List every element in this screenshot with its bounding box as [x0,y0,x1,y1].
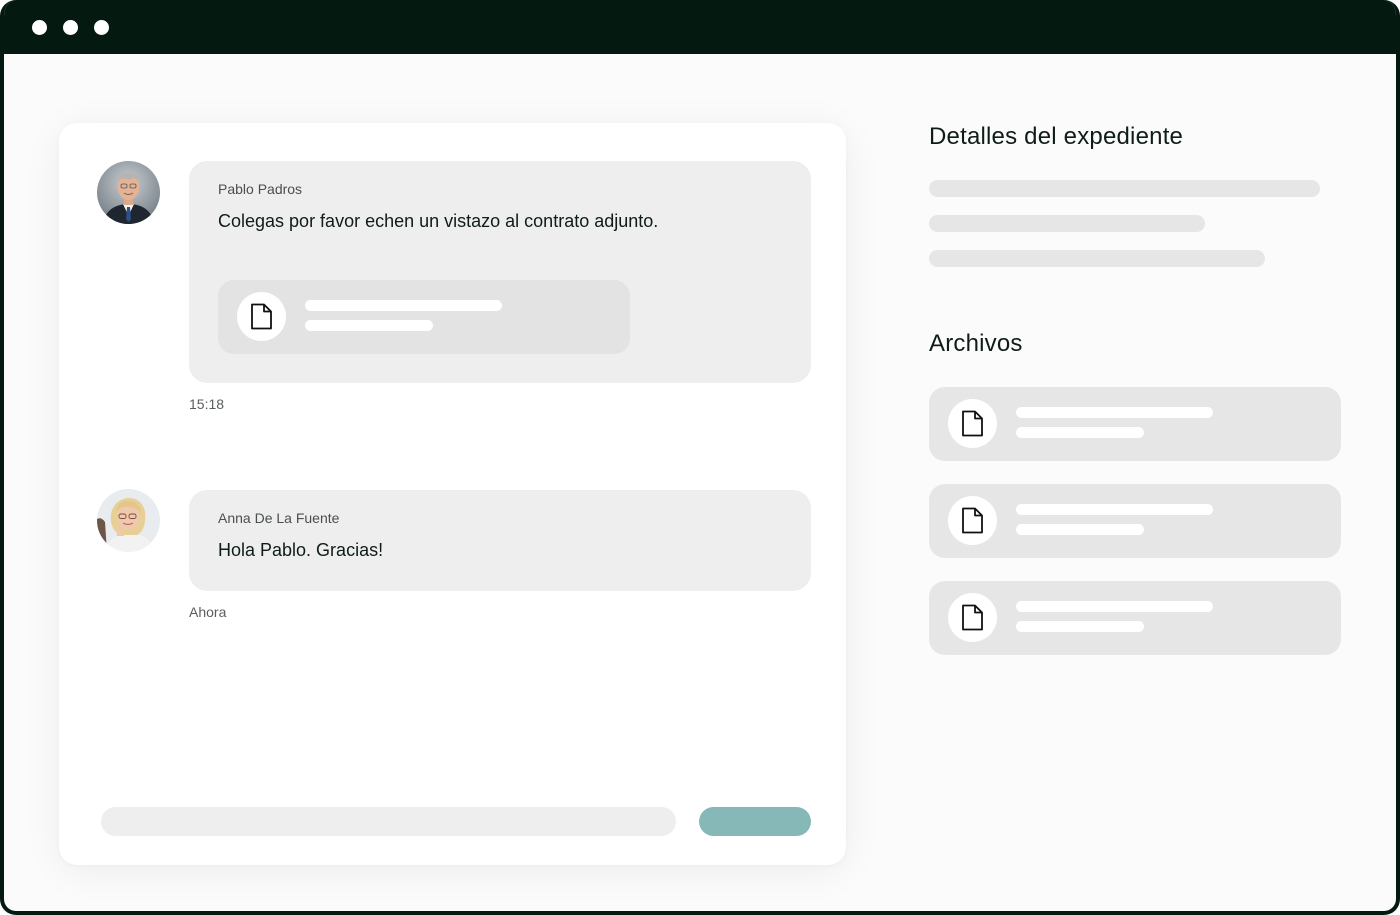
file-icon-circle [948,593,997,642]
detail-placeholder [929,250,1265,267]
message-bubble: Anna De La Fuente Hola Pablo. Gracias! [189,490,811,591]
file-item[interactable] [929,484,1341,558]
message-time: 15:18 [189,396,225,412]
document-icon [962,507,983,534]
file-meta-placeholder [1016,427,1144,438]
window-minimize-dot[interactable] [63,20,78,35]
file-meta-placeholder [1016,524,1144,535]
title-bar [4,0,1396,54]
message-sender: Pablo Padros [218,181,303,197]
document-icon [962,604,983,631]
detail-placeholder [929,215,1205,232]
send-button[interactable] [699,807,811,836]
file-icon-circle [948,496,997,545]
file-item[interactable] [929,581,1341,655]
avatar-photo-man [97,161,160,224]
attachment-name-placeholder [305,300,502,311]
message-bubble: Pablo Padros Colegas por favor echen un … [189,161,811,383]
message-input[interactable] [101,807,676,836]
avatar-pablo[interactable] [97,161,160,224]
chat-panel: Pablo Padros Colegas por favor echen un … [59,123,846,865]
document-icon [962,410,983,437]
file-meta-placeholder [1016,621,1144,632]
attachment-icon-circle [237,292,286,341]
file-icon-circle [948,399,997,448]
document-icon [251,303,272,330]
file-name-placeholder [1016,407,1213,418]
file-name-placeholder [1016,504,1213,515]
avatar-photo-woman [97,489,160,552]
window-maximize-dot[interactable] [94,20,109,35]
file-item[interactable] [929,387,1341,461]
message-text: Hola Pablo. Gracias! [218,540,384,560]
message-sender: Anna De La Fuente [218,510,340,526]
attachment-card[interactable] [218,280,630,354]
file-name-placeholder [1016,601,1213,612]
avatar-anna[interactable] [97,489,160,552]
files-title: Archivos [929,330,1023,357]
detail-placeholder [929,180,1320,197]
window-close-dot[interactable] [32,20,47,35]
details-title: Detalles del expediente [929,123,1184,150]
message-text: Colegas por favor echen un vistazo al co… [218,211,659,231]
app-window: Pablo Padros Colegas por favor echen un … [0,0,1400,915]
message-time: Ahora [189,604,227,620]
attachment-meta-placeholder [305,320,433,331]
